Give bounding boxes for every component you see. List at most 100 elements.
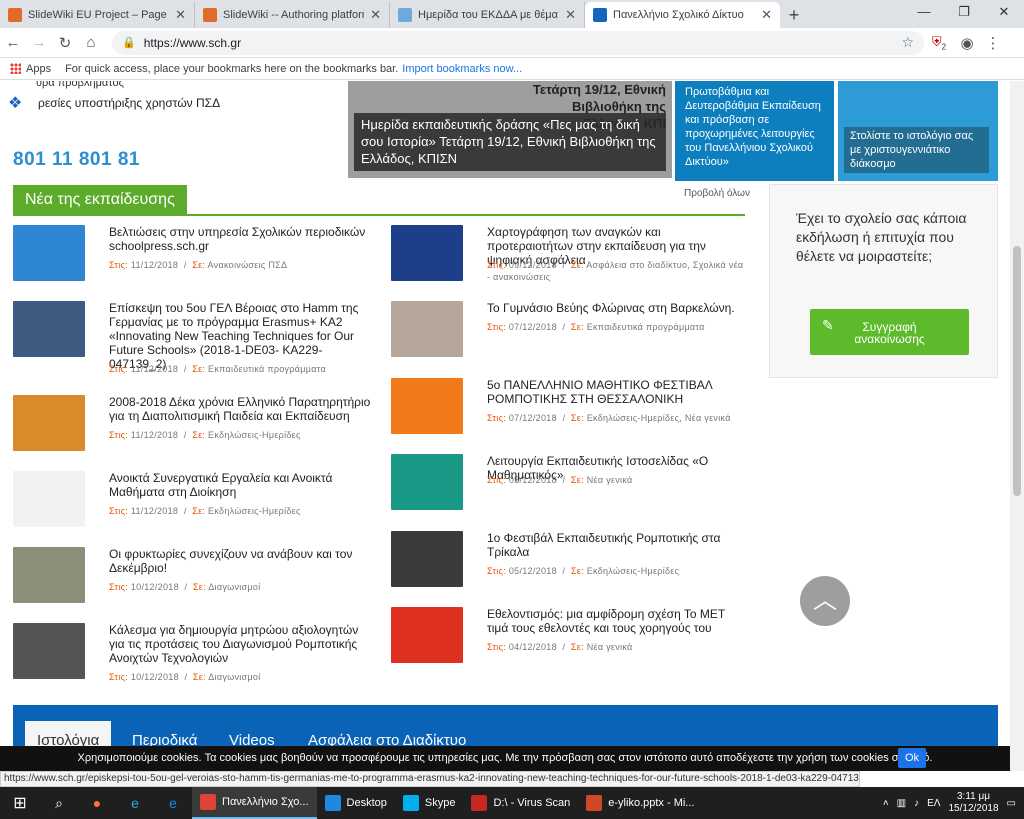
- taskbar-app[interactable]: D:\ - Virus Scan: [463, 787, 578, 819]
- scroll-to-top-button[interactable]: ︿: [800, 576, 850, 626]
- slider-caption[interactable]: Ημερίδα εκπαιδευτικής δράσης «Πες μας τη…: [354, 113, 666, 171]
- news-thumbnail[interactable]: [391, 531, 463, 587]
- news-category-link[interactable]: Διαγωνισμοί: [208, 672, 260, 682]
- news-category-link[interactable]: Εκπαιδευτικά προγράμματα: [208, 364, 326, 374]
- slider-third[interactable]: Στολίστε το ιστολόγιο σας με χριστουγενν…: [838, 81, 998, 181]
- news-item-title[interactable]: 2008-2018 Δέκα χρόνια Ελληνικό Παρατηρητ…: [109, 395, 371, 423]
- firefox-icon[interactable]: ●: [78, 795, 116, 811]
- taskbar-app[interactable]: Desktop: [317, 787, 395, 819]
- news-item-title[interactable]: Το Γυμνάσιο Βεύης Φλώρινας στη Βαρκελώνη…: [487, 301, 749, 315]
- close-icon[interactable]: ✕: [175, 7, 186, 23]
- news-item[interactable]: Οι φρυκτωρίες συνεχίζουν να ανάβουν και …: [13, 547, 373, 617]
- news-category-link[interactable]: Εκδηλώσεις-Ημερίδες: [208, 430, 301, 440]
- news-item[interactable]: 2008-2018 Δέκα χρόνια Ελληνικό Παρατηρητ…: [13, 395, 373, 465]
- news-item[interactable]: 5ο ΠΑΝΕΛΛΗΝΙΟ ΜΑΘΗΤΙΚΟ ΦΕΣΤΙΒΑΛ ΡΟΜΠΟΤΙΚ…: [391, 378, 751, 448]
- news-item[interactable]: Κάλεσμα για δημιουργία μητρώου αξιολογητ…: [13, 623, 373, 693]
- view-all-link[interactable]: Προβολή όλων: [684, 188, 750, 199]
- news-item-title[interactable]: Κάλεσμα για δημιουργία μητρώου αξιολογητ…: [109, 623, 371, 665]
- write-announcement-button[interactable]: ✎ Συγγραφή ανακοίνωσης: [810, 309, 969, 355]
- home-icon[interactable]: ⌂: [78, 34, 104, 51]
- network-icon[interactable]: ▥: [897, 798, 906, 809]
- news-item-title[interactable]: Οι φρυκτωρίες συνεχίζουν να ανάβουν και …: [109, 547, 371, 575]
- top-note[interactable]: ύρα προβλήματος: [36, 81, 124, 89]
- news-thumbnail[interactable]: [13, 547, 85, 603]
- news-thumbnail[interactable]: [391, 225, 463, 281]
- profile-icon[interactable]: ◉: [954, 34, 980, 52]
- tab-blogs[interactable]: Ιστολόγια: [25, 721, 112, 746]
- tab-videos[interactable]: Videos: [217, 721, 287, 746]
- news-item-title[interactable]: Επίσκεψη του 5ου ΓΕΛ Βέροιας στο Hamm τη…: [109, 301, 371, 371]
- news-item-title[interactable]: 5ο ΠΑΝΕΛΛΗΝΙΟ ΜΑΘΗΤΙΚΟ ΦΕΣΤΙΒΑΛ ΡΟΜΠΟΤΙΚ…: [487, 378, 749, 406]
- cookie-ok-button[interactable]: Ok: [898, 748, 926, 768]
- extension-icon[interactable]: ⛨2: [924, 34, 954, 52]
- close-icon[interactable]: ✕: [565, 7, 576, 23]
- news-item[interactable]: Εθελοντισμός: μια αμφίδρομη σχέση Το ΜΕΤ…: [391, 607, 751, 677]
- news-item[interactable]: Βελτιώσεις στην υπηρεσία Σχολικών περιοδ…: [13, 225, 373, 295]
- restore-icon[interactable]: ❐: [944, 0, 984, 26]
- news-thumbnail[interactable]: [391, 301, 463, 357]
- apps-button[interactable]: Apps: [10, 63, 51, 75]
- clock[interactable]: 3:11 μμ 15/12/2018: [948, 791, 998, 815]
- windows-start-icon[interactable]: ⊞: [0, 793, 40, 813]
- news-item-title[interactable]: Ανοικτά Συνεργατικά Εργαλεία και Ανοικτά…: [109, 471, 371, 499]
- reload-icon[interactable]: ↻: [52, 34, 78, 52]
- news-item-title[interactable]: Βελτιώσεις στην υπηρεσία Σχολικών περιοδ…: [109, 225, 371, 253]
- search-icon[interactable]: ⌕: [40, 795, 78, 812]
- news-category-link[interactable]: Εκδηλώσεις-Ημερίδες, Νέα γενικά: [587, 413, 731, 423]
- browser-tab-3[interactable]: Ημερίδα του ΕΚΔΔΑ με θέμα Ανο✕: [390, 2, 585, 28]
- news-thumbnail[interactable]: [391, 454, 463, 510]
- news-thumbnail[interactable]: [13, 395, 85, 451]
- notifications-icon[interactable]: ▭: [1007, 798, 1016, 809]
- news-thumbnail[interactable]: [13, 225, 85, 281]
- tab-internet-safety[interactable]: Ασφάλεια στο Διαδίκτυο: [296, 721, 478, 746]
- taskbar-app[interactable]: e-yliko.pptx - Mi...: [578, 787, 702, 819]
- news-item[interactable]: Χαρτογράφηση των αναγκών και προτεραιοτή…: [391, 225, 751, 295]
- tray-chevron-icon[interactable]: ˄: [883, 798, 889, 809]
- forward-icon[interactable]: →: [26, 34, 52, 51]
- slider-main[interactable]: Τετάρτη 19/12, Εθνική Βιβλιοθήκη της Ελλ…: [348, 81, 672, 178]
- close-icon[interactable]: ✕: [370, 7, 381, 23]
- volume-icon[interactable]: ♪: [914, 798, 919, 809]
- news-item-title[interactable]: Εθελοντισμός: μια αμφίδρομη σχέση Το ΜΕΤ…: [487, 607, 749, 635]
- close-icon[interactable]: ✕: [761, 7, 772, 23]
- menu-icon[interactable]: ⋮: [980, 34, 1006, 52]
- new-tab-button[interactable]: +: [780, 2, 808, 28]
- news-category-link[interactable]: Νέα γενικά: [587, 642, 633, 652]
- browser-tab-1[interactable]: SlideWiki EU Project – Page 2 – E✕: [0, 2, 195, 28]
- news-item-title[interactable]: 1ο Φεστιβάλ Εκπαιδευτικής Ρομποτικής στα…: [487, 531, 749, 559]
- taskbar-app[interactable]: Skype: [395, 787, 464, 819]
- back-icon[interactable]: ←: [0, 34, 26, 51]
- news-category-link[interactable]: Εκδηλώσεις-Ημερίδες: [587, 566, 680, 576]
- browser-tab-4[interactable]: Πανελλήνιο Σχολικό Δίκτυο ✕: [585, 2, 780, 28]
- news-item[interactable]: Το Γυμνάσιο Βεύης Φλώρινας στη Βαρκελώνη…: [391, 301, 751, 371]
- news-thumbnail[interactable]: [391, 607, 463, 663]
- news-category-link[interactable]: Εκδηλώσεις-Ημερίδες: [208, 506, 301, 516]
- news-thumbnail[interactable]: [13, 301, 85, 357]
- news-category-link[interactable]: Εκπαιδευτικά προγράμματα: [587, 322, 705, 332]
- news-item[interactable]: 1ο Φεστιβάλ Εκπαιδευτικής Ρομποτικής στα…: [391, 531, 751, 601]
- scrollbar-thumb[interactable]: [1013, 246, 1021, 496]
- import-bookmarks-link[interactable]: Import bookmarks now...: [402, 63, 522, 75]
- news-category-link[interactable]: Ανακοινώσεις ΠΣΔ: [208, 260, 288, 270]
- ie-icon[interactable]: e: [116, 795, 154, 811]
- bookmark-star-icon[interactable]: ☆: [901, 34, 914, 51]
- support-services-link[interactable]: ❖ ρεσίες υποστήριξης χρηστών ΠΣΔ: [8, 93, 220, 113]
- browser-tab-2[interactable]: SlideWiki -- Authoring platform ✕: [195, 2, 390, 28]
- news-thumbnail[interactable]: [13, 471, 85, 527]
- page-scrollbar[interactable]: [1010, 81, 1024, 771]
- news-category-link[interactable]: Διαγωνισμοί: [208, 582, 260, 592]
- close-window-icon[interactable]: ✕: [984, 0, 1024, 26]
- news-item[interactable]: Λειτουργία Εκπαιδευτικής Ιστοσελίδας «Ο …: [391, 454, 751, 524]
- tab-magazines[interactable]: Περιοδικά: [120, 721, 209, 746]
- news-thumbnail[interactable]: [13, 623, 85, 679]
- url-input[interactable]: 🔒 https://www.sch.gr ☆: [112, 30, 924, 55]
- minimize-icon[interactable]: —: [904, 0, 944, 26]
- slider-second[interactable]: Πρωτοβάθμια και Δευτεροβάθμια Εκπαίδευση…: [675, 81, 834, 181]
- edge-icon[interactable]: e: [154, 795, 192, 811]
- news-thumbnail[interactable]: [391, 378, 463, 434]
- news-item[interactable]: Ανοικτά Συνεργατικά Εργαλεία και Ανοικτά…: [13, 471, 373, 541]
- news-item[interactable]: Επίσκεψη του 5ου ΓΕΛ Βέροιας στο Hamm τη…: [13, 301, 373, 374]
- taskbar-app[interactable]: Πανελλήνιο Σχο...: [192, 787, 317, 819]
- language-indicator[interactable]: ΕΛ: [927, 798, 940, 809]
- news-category-link[interactable]: Νέα γενικά: [587, 475, 633, 485]
